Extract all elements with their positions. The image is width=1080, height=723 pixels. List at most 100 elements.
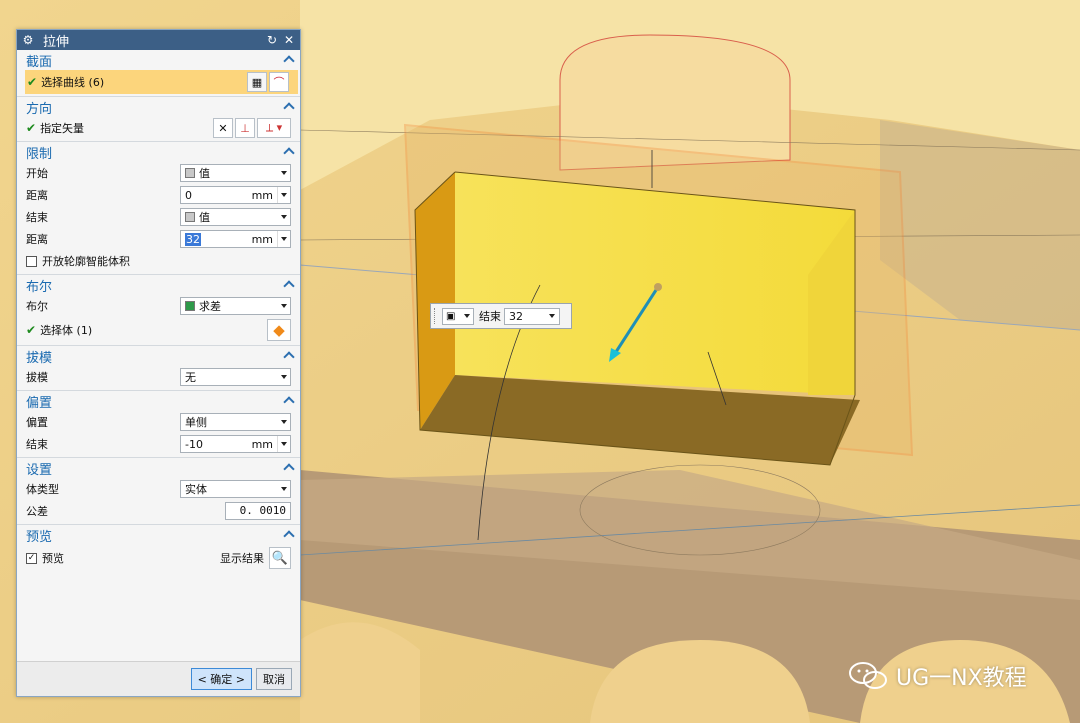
- start-row: 开始 值: [17, 162, 300, 184]
- distance2-input[interactable]: 32 mm: [180, 230, 291, 248]
- show-result-label: 显示结果: [220, 552, 264, 565]
- chevron-down-icon[interactable]: [277, 231, 290, 247]
- chevron-up-icon[interactable]: [284, 396, 294, 406]
- distance1-input[interactable]: 0 mm: [180, 186, 291, 204]
- reset-icon[interactable]: ↻: [265, 33, 279, 47]
- boolean-header[interactable]: 布尔: [17, 275, 300, 295]
- dialog-footer: < 确定 > 取消: [17, 661, 300, 696]
- cancel-button[interactable]: 取消: [256, 668, 292, 690]
- draft-header[interactable]: 拔模: [17, 346, 300, 366]
- limits-header[interactable]: 限制: [17, 142, 300, 162]
- offset-header[interactable]: 偏置: [17, 391, 300, 411]
- subtract-icon: [185, 301, 195, 311]
- limits-header-label: 限制: [26, 146, 53, 162]
- vector-dialog-button[interactable]: ⊥: [235, 118, 255, 138]
- end-row: 结束 值: [17, 206, 300, 228]
- specify-vector-label-wrap: ✔ 指定矢量: [26, 120, 211, 136]
- preview-header[interactable]: 预览: [17, 525, 300, 545]
- section-group: 截面 ✔ 选择曲线 (6) ▦ ⌒: [17, 50, 300, 97]
- offset-end-unit: mm: [251, 437, 273, 451]
- offset-end-label: 结束: [26, 438, 48, 451]
- widget-type-dropdown[interactable]: ▣: [442, 307, 474, 325]
- distance2-value: 32: [185, 232, 201, 246]
- chevron-down-icon: [464, 314, 470, 318]
- preview-checkbox[interactable]: ✓: [26, 552, 37, 564]
- chevron-up-icon[interactable]: [284, 280, 294, 290]
- chevron-down-icon: [278, 209, 290, 225]
- preview-group: 预览 ✓ 预览 显示结果 🔍: [17, 525, 300, 573]
- open-profile-label-wrap: 开放轮廓智能体积: [26, 253, 291, 269]
- section-header[interactable]: 截面: [17, 50, 300, 70]
- chevron-up-icon[interactable]: [284, 351, 294, 361]
- ok-button[interactable]: < 确定 >: [190, 668, 252, 690]
- vector-icon[interactable]: ⟂ ▾: [257, 118, 291, 138]
- boolean-label: 布尔: [26, 300, 48, 313]
- limits-group: 限制 开始 值 距离 0 mm 结束 值 距离 32 mm 开放轮廓智能体积: [17, 142, 300, 275]
- direction-header[interactable]: 方向: [17, 97, 300, 117]
- offset-label: 偏置: [26, 416, 48, 429]
- offset-dropdown[interactable]: 单侧: [180, 413, 291, 431]
- body-type-label: 体类型: [26, 483, 59, 496]
- chevron-up-icon[interactable]: [284, 463, 294, 473]
- settings-header[interactable]: 设置: [17, 458, 300, 478]
- chevron-down-icon: [278, 165, 290, 181]
- chevron-up-icon[interactable]: [284, 530, 294, 540]
- select-body-label-wrap: ✔ 选择体 (1): [26, 322, 265, 338]
- reverse-direction-button[interactable]: ✕: [213, 118, 233, 138]
- chevron-down-icon[interactable]: [277, 187, 290, 203]
- boolean-row: 布尔 求差: [17, 295, 300, 317]
- boolean-dropdown[interactable]: 求差: [180, 297, 291, 315]
- select-curve-label: 选择曲线 (6): [41, 76, 105, 89]
- preview-row: ✓ 预览 显示结果 🔍: [17, 545, 300, 571]
- widget-end-input[interactable]: 32: [504, 307, 560, 325]
- offset-group: 偏置 偏置 单侧 结束 -10 mm: [17, 391, 300, 458]
- end-dropdown[interactable]: 值: [180, 208, 291, 226]
- start-value: 值: [199, 167, 210, 180]
- chevron-up-icon[interactable]: [284, 102, 294, 112]
- chevron-up-icon[interactable]: [284, 55, 294, 65]
- chevron-down-icon[interactable]: [277, 436, 290, 452]
- distance1-label: 距离: [26, 189, 48, 202]
- chevron-down-icon: [278, 369, 290, 385]
- draft-dropdown[interactable]: 无: [180, 368, 291, 386]
- chevron-down-icon: [278, 298, 290, 314]
- offset-end-input[interactable]: -10 mm: [180, 435, 291, 453]
- gear-icon[interactable]: ⚙: [21, 33, 35, 47]
- open-profile-label: 开放轮廓智能体积: [42, 255, 130, 268]
- tolerance-input[interactable]: 0. 0010: [225, 502, 291, 520]
- dialog-titlebar[interactable]: ⚙ 拉伸 ↻ ✕: [17, 30, 300, 50]
- draft-row: 拔模 无: [17, 366, 300, 388]
- body-type-dropdown[interactable]: 实体: [180, 480, 291, 498]
- boolean-value: 求差: [199, 300, 221, 313]
- watermark-text: UG一NX教程: [896, 666, 1027, 691]
- dialog-title: 拉伸: [43, 34, 70, 50]
- distance1-value: 0: [185, 188, 192, 202]
- select-curve-row[interactable]: ✔ 选择曲线 (6) ▦ ⌒: [25, 70, 298, 94]
- draft-label: 拔模: [26, 371, 48, 384]
- chevron-up-icon[interactable]: [284, 147, 294, 157]
- draft-value: 无: [185, 371, 196, 384]
- distance2-label: 距离: [26, 233, 48, 246]
- sketch-section-button[interactable]: ▦: [247, 72, 267, 92]
- chevron-down-icon: [278, 414, 290, 430]
- end-distance-widget: ▣ 结束 32: [430, 303, 572, 329]
- watermark: UG一NX教程: [848, 660, 1027, 692]
- select-body-row[interactable]: ✔ 选择体 (1) ◆: [17, 317, 300, 343]
- open-profile-row: 开放轮廓智能体积: [17, 250, 300, 272]
- drag-handle[interactable]: [434, 308, 439, 324]
- start-dropdown[interactable]: 值: [180, 164, 291, 182]
- check-icon: ✔: [27, 75, 38, 89]
- start-label: 开始: [26, 167, 48, 180]
- cube-icon[interactable]: ◆: [267, 319, 291, 341]
- body-type-value: 实体: [185, 483, 207, 496]
- close-icon[interactable]: ✕: [282, 33, 296, 47]
- end-label: 结束: [26, 211, 48, 224]
- curve-icon[interactable]: ⌒: [269, 72, 289, 92]
- distance2-value-wrap: 32: [181, 232, 252, 246]
- distance1-row: 距离 0 mm: [17, 184, 300, 206]
- settings-header-label: 设置: [26, 462, 53, 478]
- end-value: 值: [199, 211, 210, 224]
- open-profile-checkbox[interactable]: [26, 255, 37, 267]
- magnifier-icon[interactable]: 🔍: [269, 547, 291, 569]
- specify-vector-row[interactable]: ✔ 指定矢量 ✕ ⊥ ⟂ ▾: [17, 117, 300, 139]
